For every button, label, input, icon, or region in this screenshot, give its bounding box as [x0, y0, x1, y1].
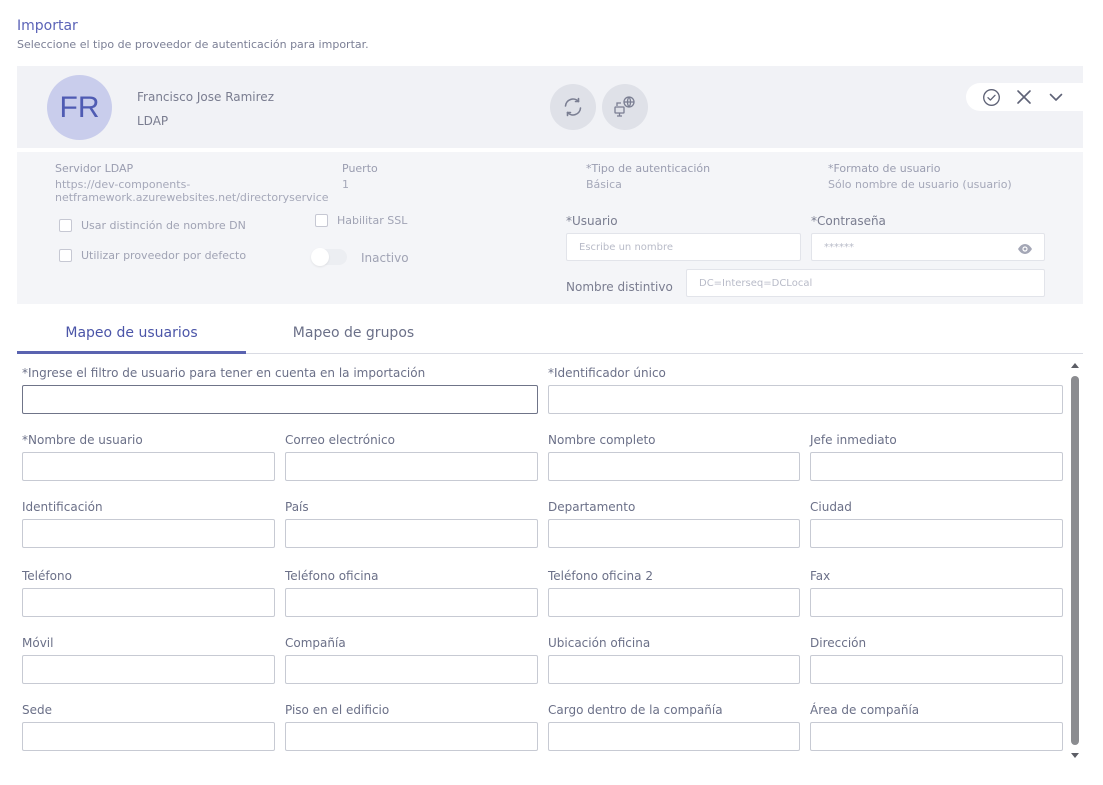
- country-input[interactable]: [285, 519, 538, 548]
- avatar: FR: [47, 75, 112, 140]
- ssl-checkbox-row[interactable]: Habilitar SSL: [315, 214, 407, 227]
- address-input[interactable]: [810, 655, 1063, 684]
- city-input[interactable]: [810, 519, 1063, 548]
- tab-user-mapping[interactable]: Mapeo de usuarios: [17, 312, 246, 354]
- manager-input[interactable]: [810, 452, 1063, 481]
- company-area-input[interactable]: [810, 722, 1063, 751]
- email-label: Correo electrónico: [285, 433, 395, 447]
- page-title: Importar: [17, 18, 78, 34]
- check-circle-icon: [983, 88, 1000, 106]
- full-name-label: Nombre completo: [548, 433, 656, 447]
- user-filter-label: *Ingrese el filtro de usuario para tener…: [22, 366, 426, 380]
- department-label: Departamento: [548, 500, 636, 514]
- scroll-up-arrow-icon[interactable]: [1071, 363, 1079, 368]
- mobile-label: Móvil: [22, 636, 54, 650]
- network-globe-icon: [614, 96, 635, 117]
- distinguished-name-label: Nombre distintivo: [566, 280, 673, 294]
- ldap-details-card: Servidor LDAP https://dev-components- ne…: [17, 152, 1083, 304]
- default-provider-checkbox-label: Utilizar proveedor por defecto: [81, 249, 247, 262]
- form-scrollbar[interactable]: [1070, 360, 1080, 762]
- password-label: *Contraseña: [811, 214, 886, 228]
- card-actions: [966, 83, 1086, 111]
- close-button[interactable]: [1015, 88, 1033, 106]
- ldap-password-input[interactable]: [811, 233, 1045, 261]
- server-value-line2: netframework.azurewebsites.net/directory…: [55, 191, 329, 204]
- company-label: Compañía: [285, 636, 346, 650]
- phone-label: Teléfono: [22, 569, 72, 583]
- office-phone-input[interactable]: [285, 588, 538, 617]
- close-icon: [1017, 90, 1031, 104]
- floor-label: Piso en el edificio: [285, 703, 390, 717]
- eye-icon: [1018, 244, 1032, 254]
- scroll-down-arrow-icon[interactable]: [1071, 753, 1079, 758]
- office-location-input[interactable]: [548, 655, 800, 684]
- dn-checkbox[interactable]: [59, 219, 72, 232]
- office-phone-label: Teléfono oficina: [285, 569, 379, 583]
- tab-group-mapping[interactable]: Mapeo de grupos: [239, 312, 468, 353]
- phone-input[interactable]: [22, 588, 275, 617]
- port-label: Puerto: [342, 162, 378, 175]
- user-format-label: *Formato de usuario: [828, 162, 941, 175]
- dn-checkbox-row[interactable]: Usar distinción de nombre DN: [59, 219, 246, 232]
- identification-label: Identificación: [22, 500, 103, 514]
- company-input[interactable]: [285, 655, 538, 684]
- active-toggle[interactable]: [311, 248, 347, 266]
- confirm-button[interactable]: [982, 88, 1001, 107]
- ssl-checkbox-label: Habilitar SSL: [337, 214, 408, 227]
- sync-icon: [564, 97, 582, 117]
- user-mapping-form: *Ingrese el filtro de usuario para tener…: [0, 355, 1103, 775]
- email-input[interactable]: [285, 452, 538, 481]
- username-label: *Usuario: [566, 214, 618, 228]
- job-title-input[interactable]: [548, 722, 800, 751]
- active-toggle-label: Inactivo: [361, 251, 409, 265]
- fax-label: Fax: [810, 569, 831, 583]
- identification-input[interactable]: [22, 519, 275, 548]
- sync-button[interactable]: [550, 84, 596, 130]
- expand-button[interactable]: [1047, 88, 1065, 106]
- ldap-username-input[interactable]: [566, 233, 801, 261]
- office-phone-2-input[interactable]: [548, 588, 800, 617]
- network-button[interactable]: [602, 84, 648, 130]
- floor-input[interactable]: [285, 722, 538, 751]
- page-subtitle: Seleccione el tipo de proveedor de auten…: [17, 38, 369, 51]
- distinguished-name-input[interactable]: [686, 269, 1045, 297]
- ssl-checkbox[interactable]: [315, 214, 328, 227]
- show-password-button[interactable]: [1017, 240, 1033, 259]
- mapping-tabs: Mapeo de usuarios Mapeo de grupos: [17, 312, 1083, 354]
- office-location-label: Ubicación oficina: [548, 636, 651, 650]
- city-label: Ciudad: [810, 500, 852, 514]
- provider-type: LDAP: [137, 114, 169, 128]
- unique-id-label: *Identificador único: [548, 366, 666, 380]
- provider-user-name: Francisco Jose Ramirez: [137, 90, 274, 104]
- server-label: Servidor LDAP: [55, 162, 134, 175]
- user-format-value: Sólo nombre de usuario (usuario): [828, 178, 1012, 191]
- office-phone-2-label: Teléfono oficina 2: [548, 569, 653, 583]
- manager-label: Jefe inmediato: [810, 433, 897, 447]
- department-input[interactable]: [548, 519, 800, 548]
- site-input[interactable]: [22, 722, 275, 751]
- address-label: Dirección: [810, 636, 867, 650]
- default-provider-checkbox[interactable]: [59, 249, 72, 262]
- mobile-input[interactable]: [22, 655, 275, 684]
- username-mapping-label: *Nombre de usuario: [22, 433, 143, 447]
- chevron-down-icon: [1049, 93, 1063, 101]
- default-provider-checkbox-row[interactable]: Utilizar proveedor por defecto: [59, 249, 246, 262]
- country-label: País: [285, 500, 309, 514]
- user-filter-input[interactable]: [22, 385, 538, 414]
- full-name-input[interactable]: [548, 452, 800, 481]
- fax-input[interactable]: [810, 588, 1063, 617]
- site-label: Sede: [22, 703, 52, 717]
- dn-checkbox-label: Usar distinción de nombre DN: [81, 219, 246, 232]
- auth-type-label: *Tipo de autenticación: [586, 162, 711, 175]
- unique-id-input[interactable]: [548, 385, 1063, 414]
- provider-card: FR Francisco Jose Ramirez LDAP: [17, 66, 1086, 148]
- job-title-label: Cargo dentro de la compañía: [548, 703, 723, 717]
- server-value-line1: https://dev-components-: [55, 178, 191, 191]
- auth-type-value: Básica: [586, 178, 622, 191]
- username-mapping-input[interactable]: [22, 452, 275, 481]
- scrollbar-thumb[interactable]: [1071, 376, 1079, 745]
- port-value: 1: [342, 178, 349, 191]
- company-area-label: Área de compañía: [810, 703, 920, 717]
